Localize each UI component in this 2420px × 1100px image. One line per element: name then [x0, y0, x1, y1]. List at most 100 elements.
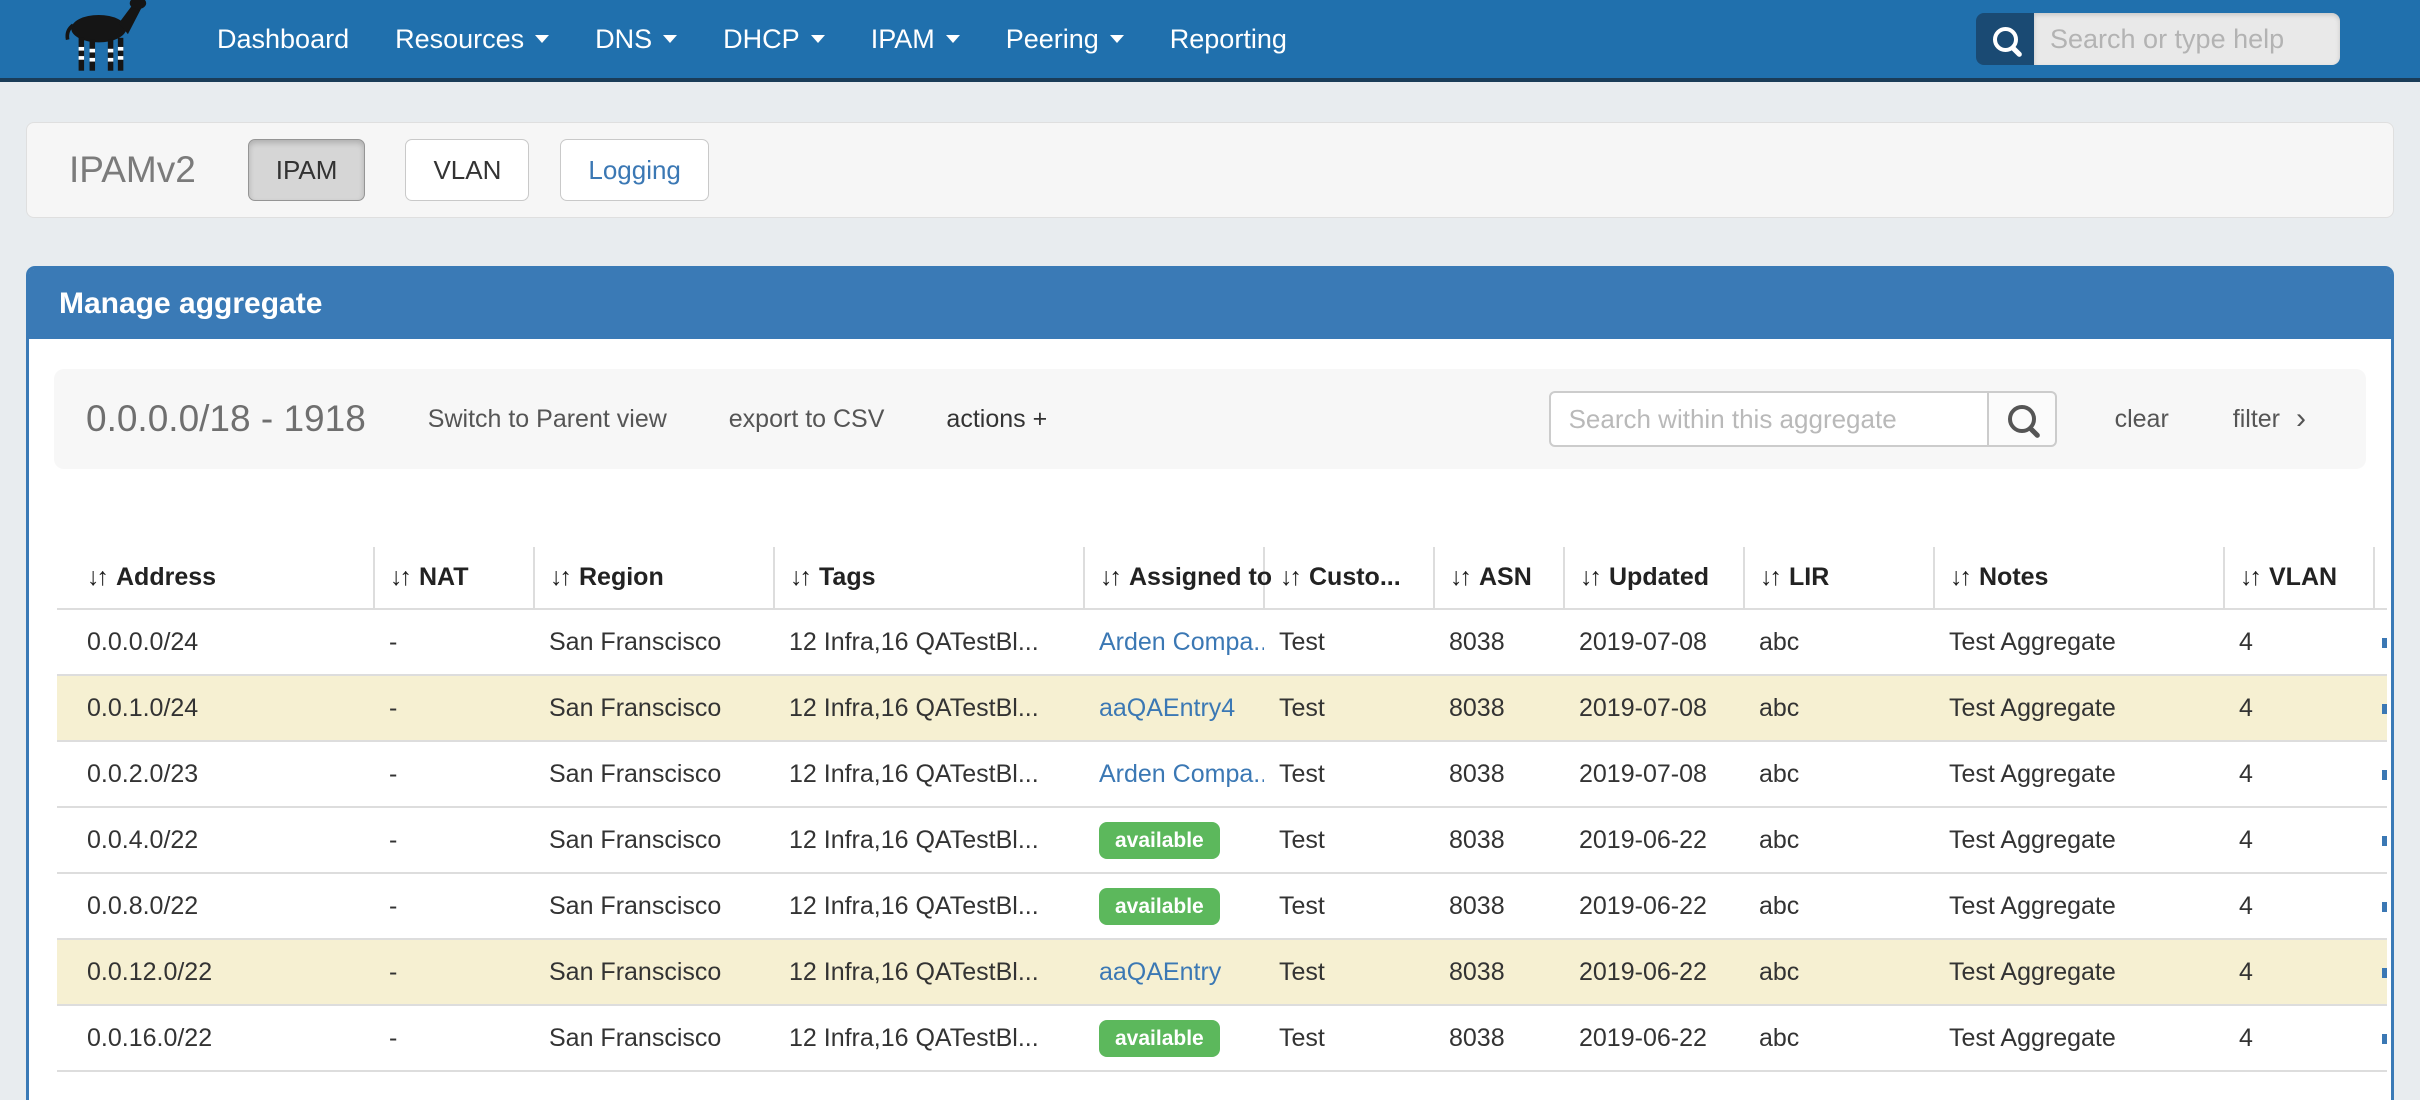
global-search-button[interactable]	[1976, 13, 2034, 65]
nav-item-dhcp[interactable]: DHCP	[700, 0, 848, 80]
nav-item-dashboard[interactable]: Dashboard	[194, 0, 372, 80]
column-header-lir[interactable]: ↓↑LIR	[1744, 547, 1934, 609]
clear-filter-link[interactable]: clear	[2115, 405, 2169, 434]
column-header-asn[interactable]: ↓↑ASN	[1434, 547, 1564, 609]
cell-updated: 2019-06-22	[1564, 1005, 1744, 1071]
caret-down-icon	[946, 35, 960, 43]
cell-updated: 2019-07-08	[1564, 741, 1744, 807]
global-search	[1976, 13, 2340, 65]
cell-assigned-to: aaQAEntry4	[1084, 675, 1264, 741]
cell-updated: 2019-06-22	[1564, 939, 1744, 1005]
okapi-logo	[50, 0, 162, 78]
cell-lir: abc	[1744, 873, 1934, 939]
table-row: 0.0.4.0/22 - San Franscisco 12 Infra,16 …	[57, 807, 2387, 873]
cell-address: 0.0.12.0/22	[57, 939, 374, 1005]
column-header-clipped	[2374, 547, 2387, 609]
column-header-tags[interactable]: ↓↑Tags	[774, 547, 1084, 609]
column-header-notes[interactable]: ↓↑Notes	[1934, 547, 2224, 609]
column-header-customer[interactable]: ↓↑Custo...	[1264, 547, 1434, 609]
nav-item-dns[interactable]: DNS	[572, 0, 700, 80]
cell-address: 0.0.0.0/24	[57, 609, 374, 675]
cell-vlan: 4	[2224, 1005, 2374, 1071]
cell-updated: 2019-06-22	[1564, 873, 1744, 939]
cell-region: San Franscisco	[534, 609, 774, 675]
cell-asn: 8038	[1434, 609, 1564, 675]
column-header-nat[interactable]: ↓↑NAT	[374, 547, 534, 609]
sort-icon: ↓↑	[1580, 563, 1599, 591]
cell-assigned-to: available	[1084, 1005, 1264, 1071]
assigned-to-link[interactable]: Arden Compa...	[1099, 628, 1264, 656]
cell-updated: 2019-07-08	[1564, 609, 1744, 675]
cell-notes: Test Aggregate	[1934, 873, 2224, 939]
cell-clipped	[2374, 609, 2387, 675]
aggregate-search-button[interactable]	[1989, 391, 2057, 447]
cell-lir: abc	[1744, 675, 1934, 741]
tab-vlan[interactable]: VLAN	[405, 139, 529, 201]
assigned-to-link[interactable]: aaQAEntry	[1099, 958, 1221, 986]
column-header-updated[interactable]: ↓↑Updated	[1564, 547, 1744, 609]
sort-icon: ↓↑	[1450, 563, 1469, 591]
actions-menu-link[interactable]: actions +	[946, 405, 1047, 434]
cell-lir: abc	[1744, 939, 1934, 1005]
nav-item-reporting[interactable]: Reporting	[1147, 0, 1310, 80]
assigned-to-link[interactable]: Arden Compa...	[1099, 760, 1264, 788]
nav-item-ipam[interactable]: IPAM	[848, 0, 983, 80]
filter-link[interactable]: filter ›	[2233, 402, 2306, 436]
cell-nat: -	[374, 939, 534, 1005]
switch-parent-view-link[interactable]: Switch to Parent view	[428, 405, 667, 434]
available-badge[interactable]: available	[1099, 888, 1220, 925]
cell-address: 0.0.2.0/23	[57, 741, 374, 807]
cell-clipped	[2374, 741, 2387, 807]
cell-assigned-to: available	[1084, 807, 1264, 873]
assigned-to-link[interactable]: aaQAEntry4	[1099, 694, 1235, 722]
cell-lir: abc	[1744, 1005, 1934, 1071]
column-header-vlan[interactable]: ↓↑VLAN	[2224, 547, 2374, 609]
cell-vlan: 4	[2224, 609, 2374, 675]
cell-region: San Franscisco	[534, 741, 774, 807]
cell-lir: abc	[1744, 741, 1934, 807]
panel-title: Manage aggregate	[29, 269, 2391, 339]
cell-customer: Test	[1264, 873, 1434, 939]
search-icon	[2008, 405, 2036, 433]
manage-aggregate-panel: Manage aggregate 0.0.0.0/18 - 1918 Switc…	[26, 266, 2394, 1100]
cell-notes: Test Aggregate	[1934, 609, 2224, 675]
search-icon	[1993, 27, 2018, 52]
table-row: 0.0.16.0/22 - San Franscisco 12 Infra,16…	[57, 1005, 2387, 1071]
cell-customer: Test	[1264, 741, 1434, 807]
aggregate-search-input[interactable]	[1549, 391, 1989, 447]
clipped-cell-marker	[2382, 1034, 2387, 1044]
cell-vlan: 4	[2224, 939, 2374, 1005]
column-header-assigned-to[interactable]: ↓↑Assigned to	[1084, 547, 1264, 609]
cell-clipped	[2374, 807, 2387, 873]
cell-tags: 12 Infra,16 QATestBl...	[774, 609, 1084, 675]
available-badge[interactable]: available	[1099, 1020, 1220, 1057]
cell-asn: 8038	[1434, 675, 1564, 741]
caret-down-icon	[535, 35, 549, 43]
nav-item-peering[interactable]: Peering	[983, 0, 1147, 80]
cell-address: 0.0.8.0/22	[57, 873, 374, 939]
export-csv-link[interactable]: export to CSV	[729, 405, 885, 434]
tab-ipam[interactable]: IPAM	[248, 139, 366, 201]
cell-tags: 12 Infra,16 QATestBl...	[774, 939, 1084, 1005]
top-navbar: Dashboard Resources DNS DHCP IPAM Peerin…	[0, 0, 2420, 82]
cell-vlan: 4	[2224, 873, 2374, 939]
cell-tags: 12 Infra,16 QATestBl...	[774, 873, 1084, 939]
page-title: IPAMv2	[69, 149, 196, 191]
table-header-row: ↓↑Address ↓↑NAT ↓↑Region ↓↑Tags ↓↑Assign…	[57, 547, 2387, 609]
cell-lir: abc	[1744, 807, 1934, 873]
aggregate-title: 0.0.0.0/18 - 1918	[86, 398, 366, 440]
column-header-region[interactable]: ↓↑Region	[534, 547, 774, 609]
global-search-input[interactable]	[2034, 13, 2340, 65]
cell-region: San Franscisco	[534, 807, 774, 873]
tab-logging[interactable]: Logging	[560, 139, 709, 201]
cell-tags: 12 Infra,16 QATestBl...	[774, 675, 1084, 741]
cell-nat: -	[374, 873, 534, 939]
cell-asn: 8038	[1434, 1005, 1564, 1071]
available-badge[interactable]: available	[1099, 822, 1220, 859]
column-header-address[interactable]: ↓↑Address	[57, 547, 374, 609]
cell-lir: abc	[1744, 609, 1934, 675]
table-row: 0.0.1.0/24 - San Franscisco 12 Infra,16 …	[57, 675, 2387, 741]
cell-customer: Test	[1264, 609, 1434, 675]
cell-asn: 8038	[1434, 807, 1564, 873]
nav-item-resources[interactable]: Resources	[372, 0, 572, 80]
